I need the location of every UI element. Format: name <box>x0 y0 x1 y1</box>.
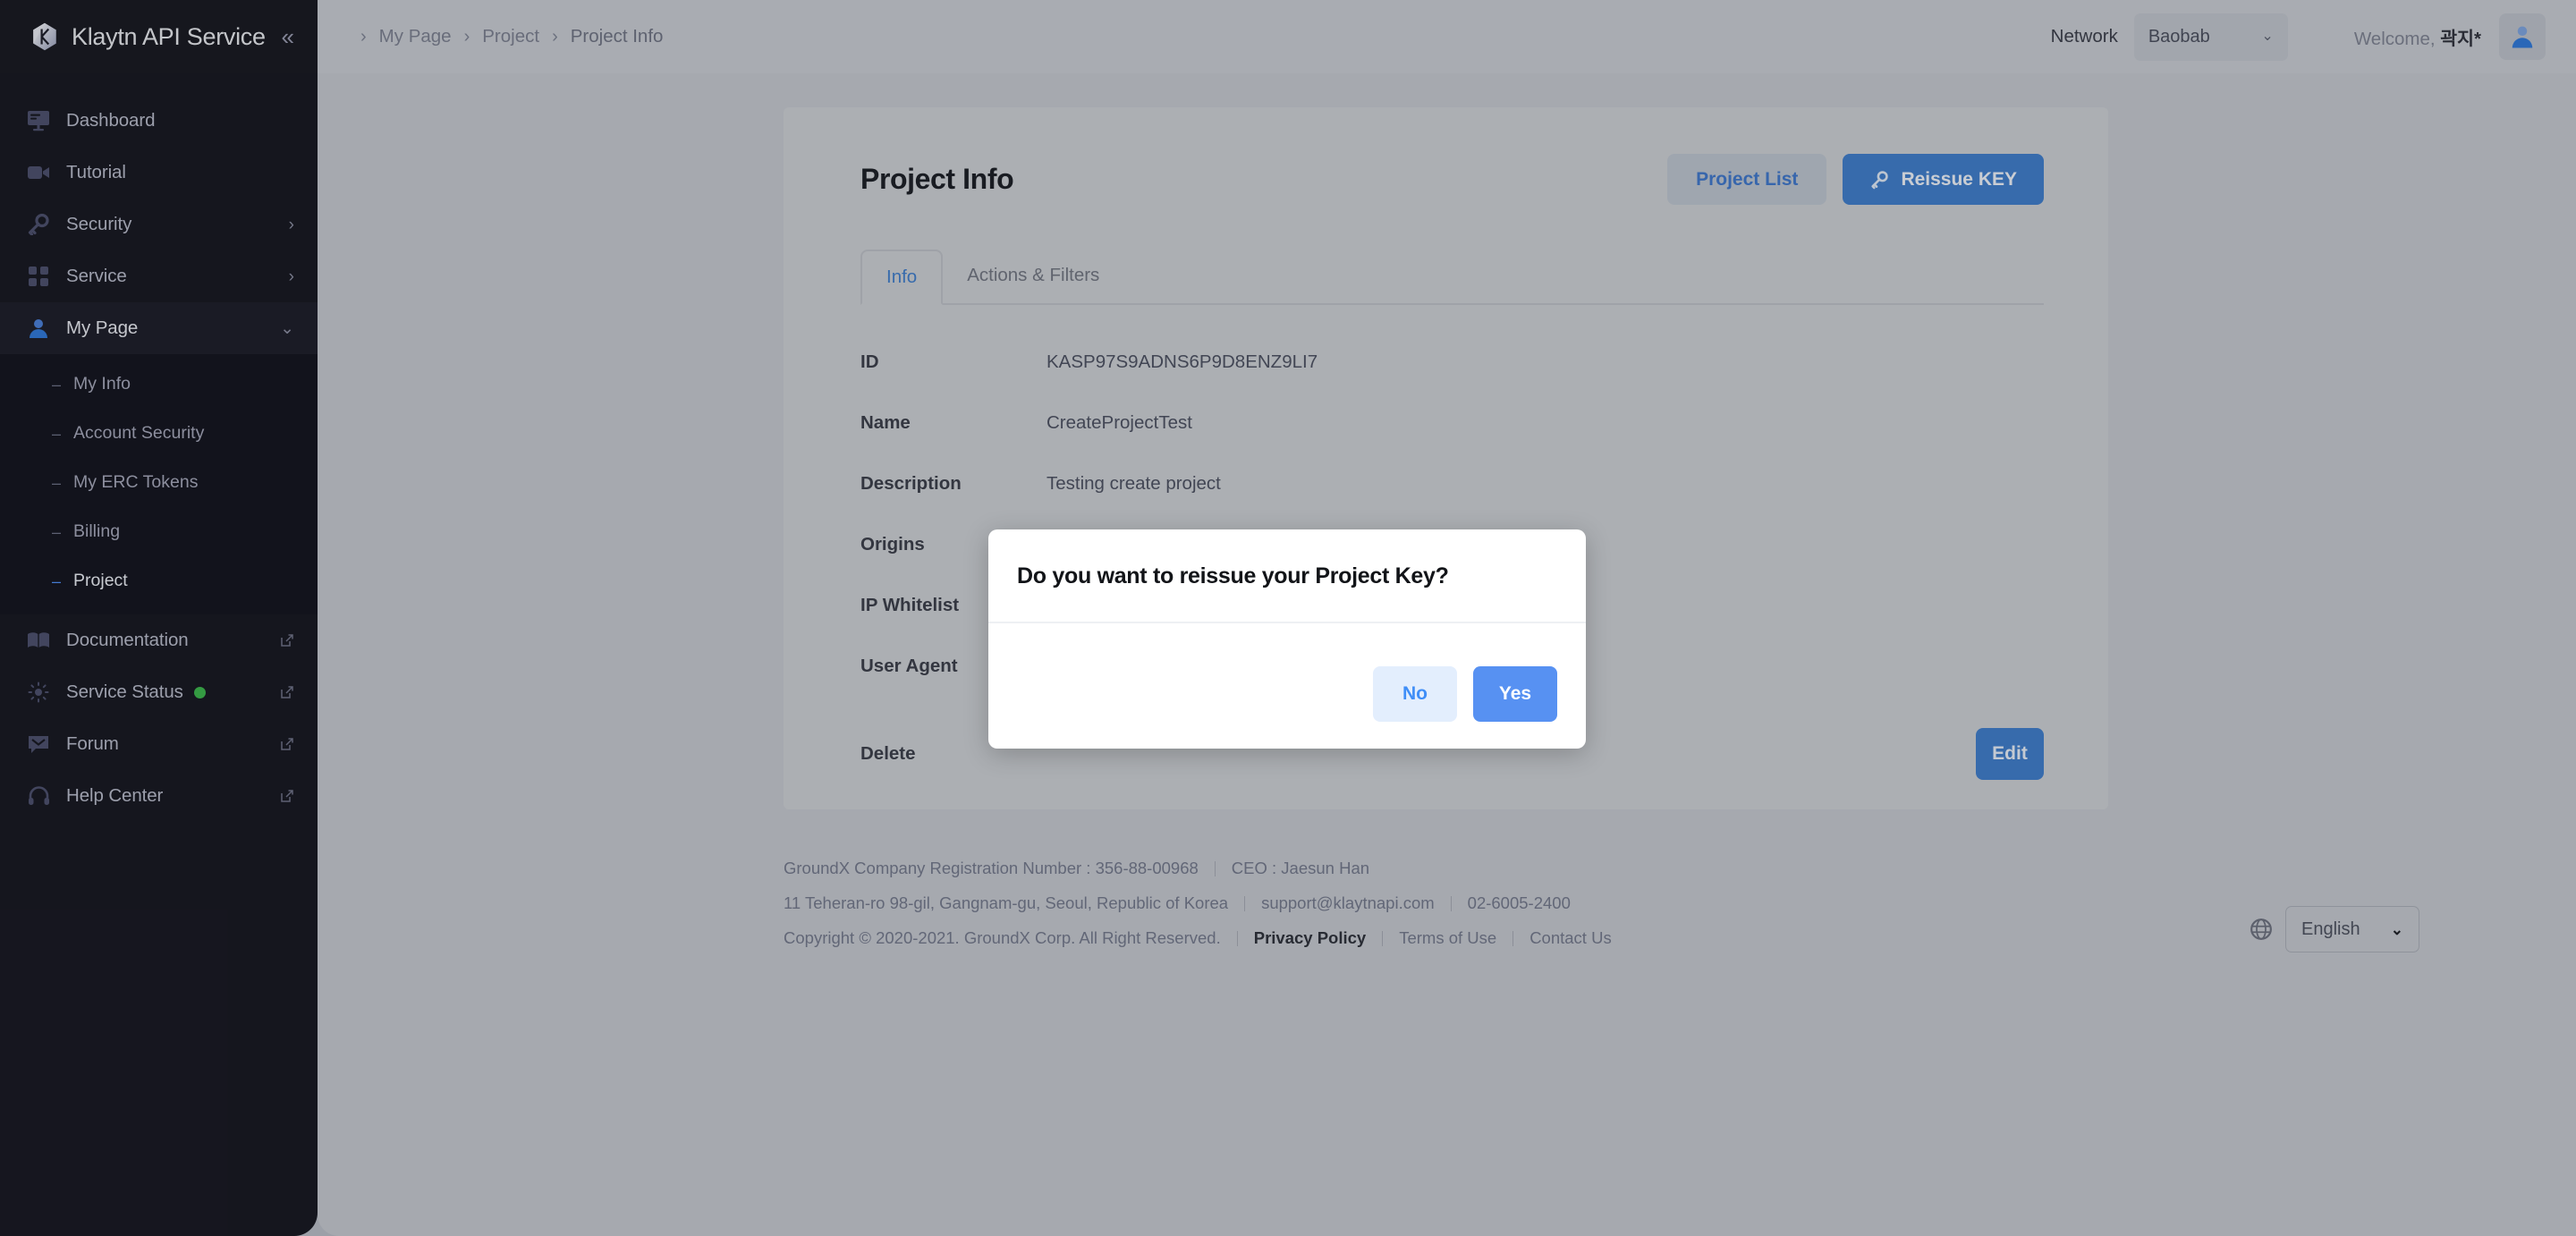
dialog-no-button[interactable]: No <box>1373 666 1457 722</box>
dialog-footer: No Yes <box>988 666 1586 749</box>
reissue-key-confirm-dialog: Do you want to reissue your Project Key?… <box>988 529 1586 749</box>
app-root: Klaytn API Service « Dashboard Tutorial … <box>0 0 2576 1236</box>
dialog-title: Do you want to reissue your Project Key? <box>1017 563 1449 588</box>
dialog-header: Do you want to reissue your Project Key? <box>988 529 1586 623</box>
dialog-yes-button[interactable]: Yes <box>1473 666 1557 722</box>
dialog-body <box>988 623 1586 666</box>
